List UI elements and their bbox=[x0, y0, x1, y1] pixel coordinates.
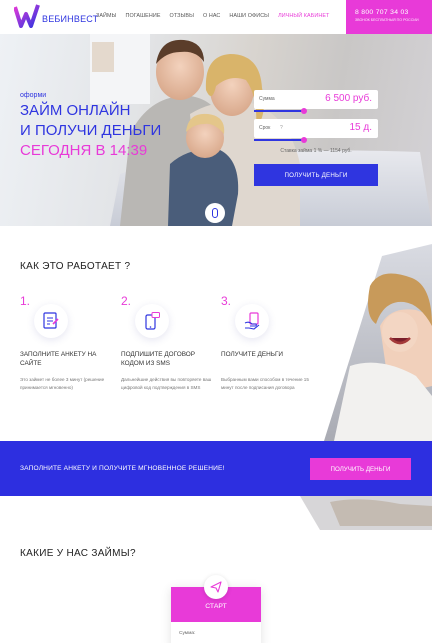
money-hand-icon bbox=[235, 304, 269, 338]
paper-plane-icon bbox=[204, 575, 228, 599]
cta-banner: ЗАПОЛНИТЕ АНКЕТУ И ПОЛУЧИТЕ МГНОВЕННОЕ Р… bbox=[0, 441, 432, 496]
logo-mark-icon bbox=[14, 4, 40, 28]
nav-item-loans[interactable]: ЗАЙМЫ bbox=[96, 13, 117, 19]
loans-section: КАКИЕ У НАС ЗАЙМЫ? СТАРТ Сумма: bbox=[0, 496, 432, 643]
hero-section: оформи ЗАЙМ ОНЛАЙН И ПОЛУЧИ ДЕНЬГИ СЕГОД… bbox=[0, 34, 432, 226]
smiling-girl-photo bbox=[324, 244, 432, 441]
form-icon bbox=[34, 304, 68, 338]
site-header: ВЕБИНВЕСТ ЗАЙМЫ ПОГАШЕНИЕ ОТЗЫВЫ О НАС Н… bbox=[0, 0, 432, 34]
loan-card-start[interactable]: СТАРТ Сумма: bbox=[171, 575, 261, 643]
phone-number[interactable]: 8 800 707 34 03 bbox=[355, 9, 432, 16]
main-nav: ЗАЙМЫ ПОГАШЕНИЕ ОТЗЫВЫ О НАС НАШИ ОФИСЫ … bbox=[96, 13, 329, 19]
phone-box[interactable]: 8 800 707 34 03 Звонок бесплатный по Рос… bbox=[346, 0, 432, 34]
amount-value: 6 500 руб. bbox=[325, 93, 372, 104]
term-label: Срок bbox=[259, 125, 271, 131]
amount-row: Сумма 6 500 руб. bbox=[254, 90, 378, 114]
loan-calculator: Сумма 6 500 руб. Срок ? 15 д. Ставка зай… bbox=[254, 90, 378, 186]
step-title: ПОДПИШИТЕ ДОГОВОР КОДОМ ИЗ SMS bbox=[121, 351, 195, 367]
step-desc: Дальнейшие действия вы повторяете ваш ци… bbox=[121, 377, 212, 390]
step-title: ЗАПОЛНИТЕ АНКЕТУ НА САЙТЕ bbox=[20, 351, 97, 367]
nav-item-reviews[interactable]: ОТЗЫВЫ bbox=[170, 13, 194, 19]
hero-title-line3: СЕГОДНЯ В 14:39 bbox=[20, 142, 148, 159]
hero-title-line1: ЗАЙМ ОНЛАЙН bbox=[20, 102, 131, 119]
sms-phone-icon bbox=[135, 304, 169, 338]
nav-item-repayment[interactable]: ПОГАШЕНИЕ bbox=[126, 13, 161, 19]
step-number: 3. bbox=[221, 294, 232, 308]
hero-title-line2: И ПОЛУЧИ ДЕНЬГИ bbox=[20, 122, 162, 139]
amount-slider-handle[interactable] bbox=[301, 108, 307, 114]
amount-label: Сумма bbox=[259, 96, 275, 102]
mouse-icon bbox=[212, 208, 218, 218]
hero-text: оформи ЗАЙМ ОНЛАЙН И ПОЛУЧИ ДЕНЬГИ СЕГОД… bbox=[20, 92, 161, 159]
nav-item-offices[interactable]: НАШИ ОФИСЫ bbox=[229, 13, 269, 19]
step-2: 2. ПОДПИШИТЕ ДОГОВОР КОДОМ ИЗ SMS Дальне… bbox=[121, 294, 211, 390]
hero-small-label: оформи bbox=[20, 92, 47, 99]
logo-text: ВЕБИНВЕСТ bbox=[42, 14, 99, 24]
step-number: 2. bbox=[121, 294, 132, 308]
term-value: 15 д. bbox=[349, 122, 372, 133]
loan-card-amount-label: Сумма: bbox=[179, 631, 196, 636]
step-3: 3. ПОЛУЧИТЕ ДЕНЬГИ Выбранным вами способ… bbox=[221, 294, 311, 390]
term-row: Срок ? 15 д. bbox=[254, 119, 378, 143]
step-desc: Это займет не более 3 минут (решение при… bbox=[20, 377, 105, 390]
term-slider-track[interactable] bbox=[254, 139, 304, 141]
phone-note: Звонок бесплатный по России bbox=[355, 18, 419, 22]
step-title: ПОЛУЧИТЕ ДЕНЬГИ bbox=[221, 351, 283, 358]
how-it-works-section: КАК ЭТО РАБОТАЕТ ? 1. ЗАПОЛНИТЕ АНКЕТУ Н… bbox=[0, 226, 432, 441]
banner-text: ЗАПОЛНИТЕ АНКЕТУ И ПОЛУЧИТЕ МГНОВЕННОЕ Р… bbox=[20, 465, 225, 472]
nav-item-about[interactable]: О НАС bbox=[203, 13, 220, 19]
term-slider-handle[interactable] bbox=[301, 137, 307, 143]
step-1: 1. ЗАПОЛНИТЕ АНКЕТУ НА САЙТЕ Это займет … bbox=[20, 294, 110, 390]
amount-slider-track[interactable] bbox=[254, 110, 304, 112]
how-title: КАК ЭТО РАБОТАЕТ ? bbox=[20, 261, 131, 272]
info-icon[interactable]: ? bbox=[280, 125, 283, 131]
step-number: 1. bbox=[20, 294, 31, 308]
loans-title: КАКИЕ У НАС ЗАЙМЫ? bbox=[20, 548, 136, 559]
logo[interactable]: ВЕБИНВЕСТ bbox=[14, 3, 98, 29]
nav-item-cabinet[interactable]: ЛИЧНЫЙ КАБИНЕТ bbox=[278, 13, 329, 19]
banner-get-money-button[interactable]: ПОЛУЧИТЬ ДЕНЬГИ bbox=[310, 458, 411, 480]
decorative-photo-strip bbox=[300, 496, 432, 530]
rate-note: Ставка займа 1 % — 1154 руб. bbox=[280, 148, 352, 154]
scroll-down-button[interactable] bbox=[205, 203, 225, 223]
step-desc: Выбранным вами способом в течение 15 мин… bbox=[221, 377, 309, 390]
get-money-button[interactable]: ПОЛУЧИТЬ ДЕНЬГИ bbox=[254, 164, 378, 186]
